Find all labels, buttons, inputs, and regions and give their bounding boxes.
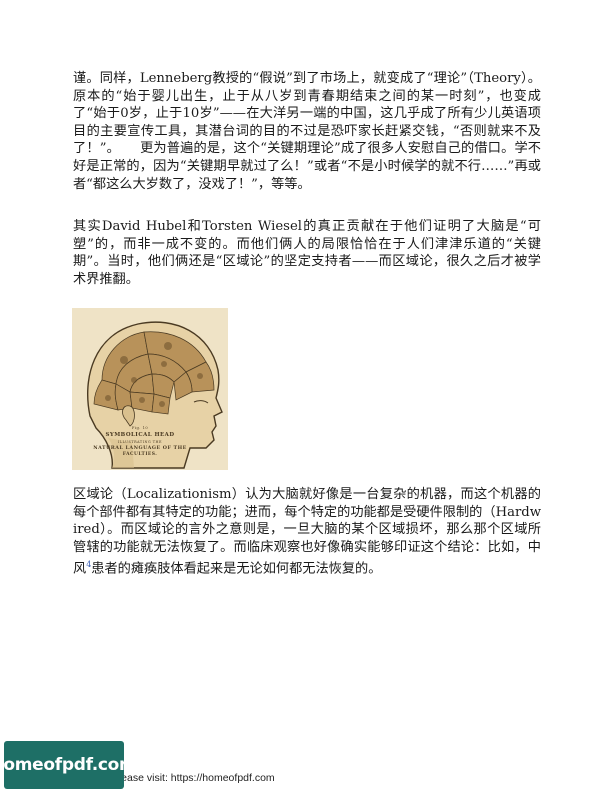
- figure-subtitle: ILLUSTRATING THE: [118, 440, 162, 444]
- figure-label: Fig. 10: [131, 426, 149, 430]
- paragraph-3: 区域论（Localizationism）认为大脑就好像是一台复杂的机器，而这个机…: [73, 486, 541, 578]
- paragraph-1: 谨。同样，Lenneberg教授的“假说”到了市场上，就变成了“理论”（Theo…: [73, 71, 541, 192]
- figure-caption-line4: FACULTIES.: [122, 452, 158, 457]
- paragraph-2: 其实David Hubel和Torsten Wiesel的真正贡献在于他们证明了…: [73, 219, 541, 287]
- site-logo-text: homeofpdf.com: [0, 755, 137, 775]
- paragraph-3-text-after: 患者的瘫痪肢体看起来是无论如何都无法恢复的。: [91, 561, 382, 577]
- phrenology-head-image: Fig. 10 SYMBOLICAL HEAD ILLUSTRATING THE…: [72, 308, 228, 470]
- figure-title: SYMBOLICAL HEAD: [105, 432, 175, 438]
- site-logo[interactable]: homeofpdf.com: [0, 741, 137, 789]
- figure-caption-line3: NATURAL LANGUAGE OF THE: [93, 445, 187, 451]
- footer-visit-text[interactable]: please visit: https://homeofpdf.com: [113, 772, 275, 784]
- footer: please visit: https://homeofpdf.com home…: [0, 741, 304, 789]
